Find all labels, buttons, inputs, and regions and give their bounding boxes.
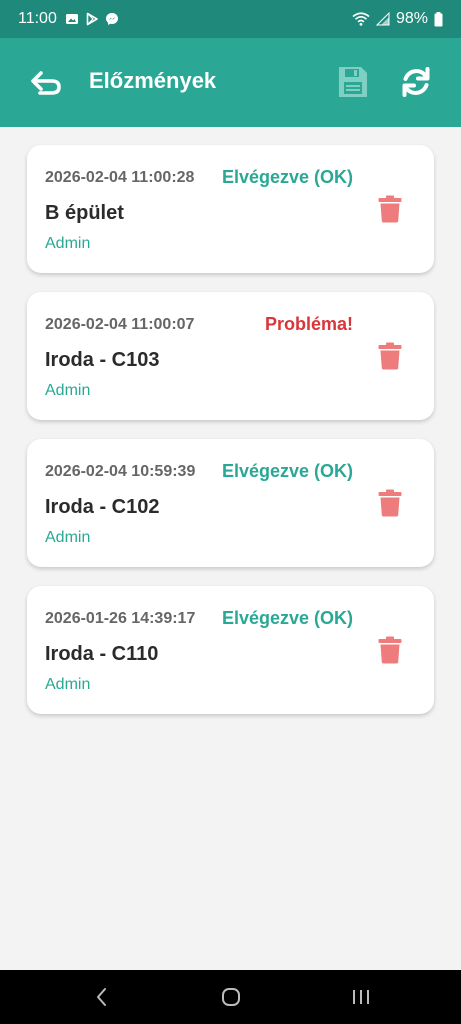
status-left: 11:00 <box>18 10 119 28</box>
save-icon[interactable] <box>337 65 369 99</box>
signal-icon <box>375 12 390 26</box>
app-bar: Előzmények <box>0 38 461 127</box>
gallery-icon <box>65 14 78 24</box>
battery-percentage: 98% <box>395 10 428 27</box>
card-location: Iroda - C102 <box>45 496 160 518</box>
card-timestamp: 2026-02-04 10:59:39 <box>45 463 196 480</box>
history-card[interactable]: 2026-02-04 11:00:28 Elvégezve (OK) B épü… <box>27 145 434 273</box>
status-right: 98% <box>352 10 443 28</box>
history-card[interactable]: 2026-01-26 14:39:17 Elvégezve (OK) Iroda… <box>27 586 434 714</box>
card-location: Iroda - C110 <box>45 643 159 665</box>
card-status: Elvégezve (OK) <box>221 167 353 187</box>
trash-icon[interactable] <box>378 636 402 664</box>
card-location: B épület <box>45 202 124 224</box>
nav-back-icon[interactable] <box>93 986 111 1008</box>
card-status: Elvégezve (OK) <box>221 608 353 628</box>
nav-recents-icon[interactable] <box>350 988 372 1006</box>
notification-icons <box>65 12 119 26</box>
messenger-icon <box>105 13 118 25</box>
history-card[interactable]: 2026-02-04 10:59:39 Elvégezve (OK) Iroda… <box>27 439 434 567</box>
card-status: Elvégezve (OK) <box>221 461 353 481</box>
card-location: Iroda - C103 <box>45 349 160 371</box>
card-status: Probléma! <box>264 314 353 334</box>
card-user: Admin <box>45 529 91 546</box>
card-user: Admin <box>45 676 91 693</box>
history-card[interactable]: 2026-02-04 11:00:07 Probléma! Iroda - C1… <box>27 292 434 420</box>
status-bar: 11:00 98% <box>0 0 461 38</box>
card-timestamp: 2026-02-04 11:00:07 <box>45 316 195 333</box>
trash-icon[interactable] <box>378 489 402 517</box>
system-nav-bar <box>0 970 461 1024</box>
card-timestamp: 2026-01-26 14:39:17 <box>45 610 196 627</box>
wifi-icon <box>352 12 370 26</box>
history-list: 2026-02-04 11:00:28 Elvégezve (OK) B épü… <box>27 145 434 733</box>
back-arrow-icon[interactable] <box>28 68 62 96</box>
nav-home-icon[interactable] <box>220 986 242 1008</box>
status-time: 11:00 <box>18 10 57 27</box>
play-store-icon <box>86 12 98 26</box>
trash-icon[interactable] <box>378 195 402 223</box>
battery-icon <box>434 11 443 26</box>
refresh-icon[interactable] <box>400 65 432 99</box>
trash-icon[interactable] <box>378 342 402 370</box>
page-title: Előzmények <box>89 68 217 93</box>
card-timestamp: 2026-02-04 11:00:28 <box>45 169 195 186</box>
card-user: Admin <box>45 382 91 399</box>
card-user: Admin <box>45 235 91 252</box>
